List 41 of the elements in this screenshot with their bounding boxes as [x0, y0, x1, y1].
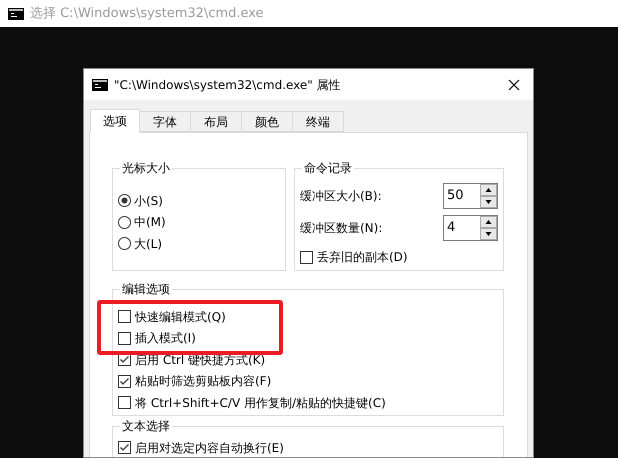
checkbox-label: 插入模式(I)	[135, 330, 196, 348]
close-icon[interactable]	[508, 78, 520, 90]
radio-button[interactable]	[118, 194, 131, 208]
spin-value: 4	[446, 219, 456, 238]
console-icon	[8, 8, 24, 20]
checkbox[interactable]	[118, 310, 131, 324]
tab[interactable]: 终端	[293, 111, 344, 132]
checkbox[interactable]	[300, 250, 313, 264]
group-title: 编辑选项	[121, 281, 171, 298]
tab[interactable]: 布局	[191, 111, 242, 132]
checkbox-label: 快速编辑模式(Q)	[135, 308, 226, 326]
radio-label: 中(M)	[134, 214, 166, 232]
spin-arrows-icon[interactable]	[480, 216, 497, 240]
radio-label: 小(S)	[134, 192, 163, 210]
field-label: 缓冲区数量(N):	[300, 220, 384, 237]
tab[interactable]: 选项	[90, 109, 140, 133]
radio-button[interactable]	[118, 216, 131, 229]
group-title: 文本选择	[121, 418, 171, 435]
tab[interactable]: 颜色	[242, 111, 293, 132]
checkbox[interactable]	[118, 441, 131, 454]
checkbox-label: 粘贴时筛选剪贴板内容(F)	[135, 373, 272, 390]
checkbox[interactable]	[118, 374, 131, 388]
checkbox-label: 丢弃旧的副本(D)	[317, 249, 408, 266]
console-icon	[92, 78, 108, 90]
checkbox-label: 将 Ctrl+Shift+C/V 用作复制/粘贴的快捷键(C)	[135, 394, 386, 412]
tab[interactable]: 字体	[140, 111, 191, 132]
checkbox[interactable]	[118, 396, 131, 410]
window-title: 选择 C:\Windows\system32\cmd.exe	[30, 4, 264, 23]
dialog-title: "C:\Windows\system32\cmd.exe" 属性	[114, 76, 342, 94]
checkbox-label: 启用 Ctrl 键快捷方式(K)	[135, 352, 266, 369]
radio-label: 大(L)	[134, 236, 162, 253]
checkbox[interactable]	[118, 332, 131, 345]
spin-value: 50	[446, 187, 465, 206]
spin-box[interactable]: 4	[443, 215, 498, 241]
spin-box[interactable]: 50	[443, 183, 498, 209]
radio-button[interactable]	[118, 237, 131, 250]
field-label: 缓冲区大小(B):	[300, 188, 383, 205]
spin-arrows-icon[interactable]	[480, 184, 497, 208]
group-title: 命令记录	[303, 160, 353, 177]
checkbox-label: 启用对选定内容自动换行(E)	[135, 440, 284, 456]
group-title: 光标大小	[121, 160, 171, 177]
